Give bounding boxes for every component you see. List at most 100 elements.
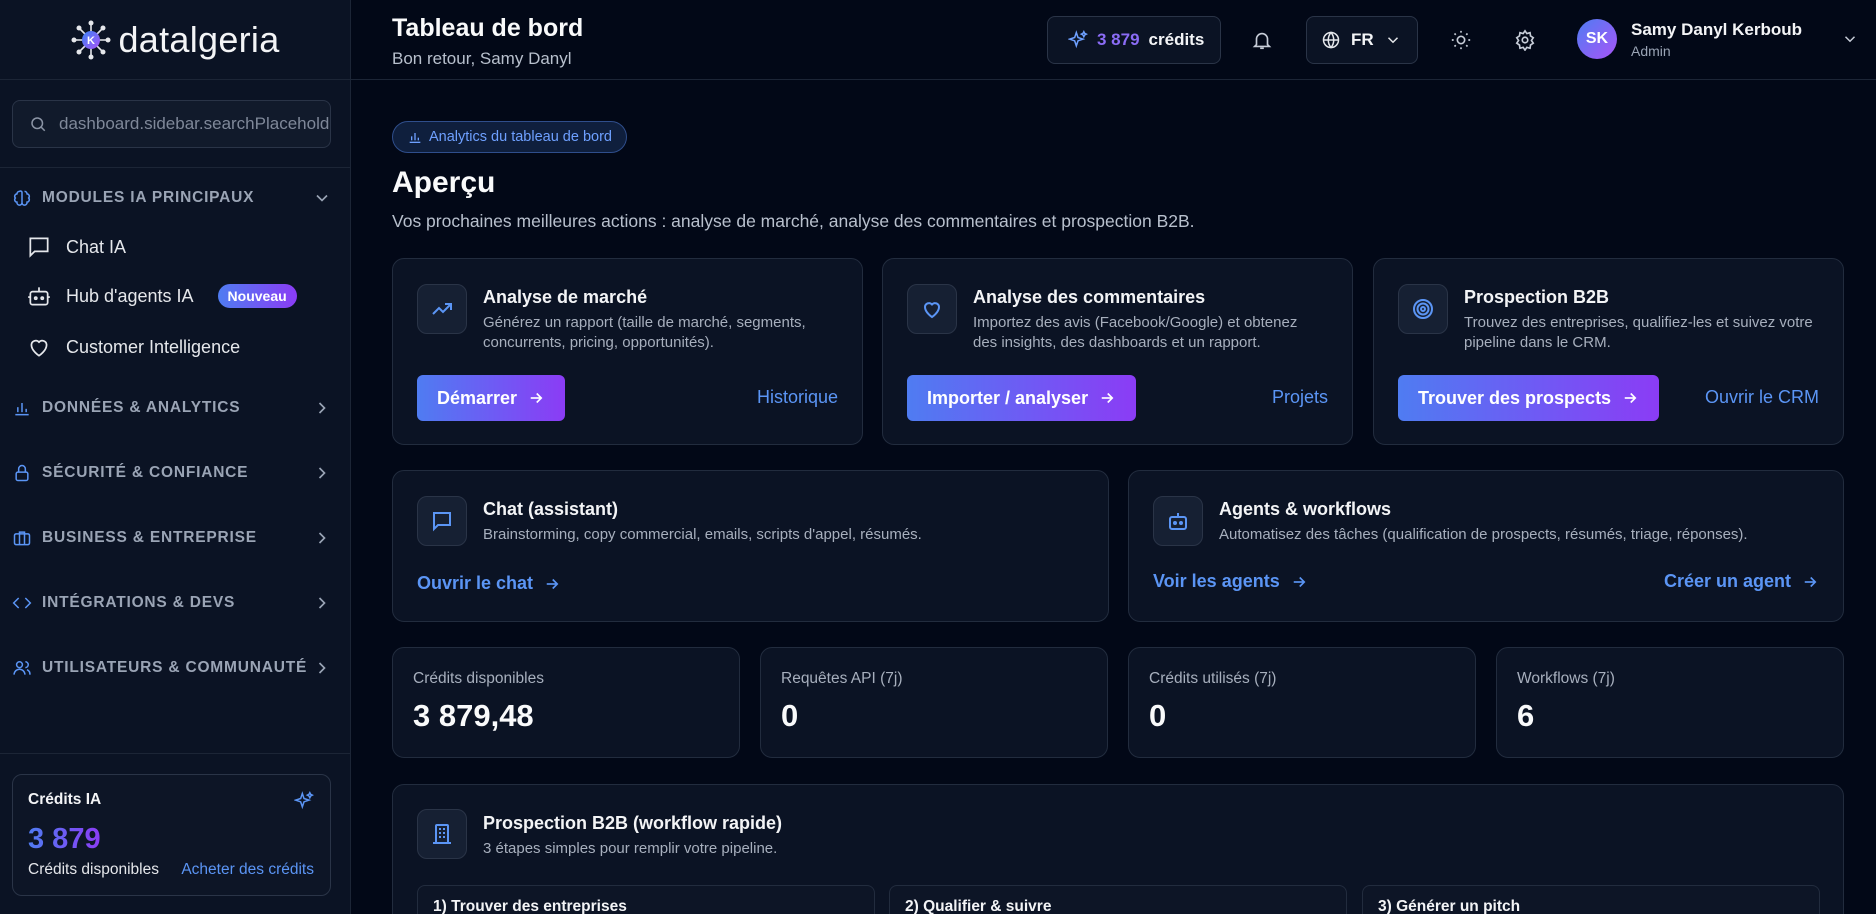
- sidebar-item-hub-agents[interactable]: Hub d'agents IA Nouveau: [26, 279, 326, 313]
- stat-value: 0: [1149, 698, 1167, 733]
- section-utilisateurs-communaute[interactable]: UTILISATEURS & COMMUNAUTÉ: [12, 652, 332, 684]
- welcome-subtitle: Bon retour, Samy Danyl: [392, 49, 572, 68]
- settings-button[interactable]: [1509, 24, 1541, 56]
- sidebar-item-label: Chat IA: [66, 236, 127, 257]
- section-securite-confiance[interactable]: SÉCURITÉ & CONFIANCE: [12, 457, 332, 489]
- arrow-right-icon: [1293, 576, 1306, 587]
- analytics-chip[interactable]: Analytics du tableau de bord: [392, 121, 627, 153]
- users-icon: [13, 661, 31, 675]
- sidebar-credits-card: Crédits IA 3 879 Crédits disponibles Ach…: [12, 774, 331, 896]
- card-desc: 3 étapes simples pour remplir votre pipe…: [483, 840, 778, 857]
- stat-value: 6: [1517, 698, 1535, 733]
- card-desc: Brainstorming, copy commercial, emails, …: [483, 526, 922, 543]
- gear-icon: [1515, 29, 1535, 51]
- link-label: Voir les agents: [1153, 571, 1280, 591]
- step-label: 3) Générer un pitch: [1378, 898, 1521, 914]
- chevron-down-icon: [1844, 36, 1856, 43]
- bell-icon: [1252, 32, 1272, 50]
- brain-icon: [13, 190, 31, 206]
- section-modules-ia[interactable]: MODULES IA PRINCIPAUX: [12, 182, 332, 214]
- sidebar-search[interactable]: [12, 100, 331, 148]
- stat-value: 3 879,48: [413, 698, 534, 733]
- card-workflow-rapide: Prospection B2B (workflow rapide) 3 étap…: [392, 784, 1844, 914]
- language-label: FR: [1351, 30, 1374, 49]
- stat-label: Crédits disponibles: [413, 670, 544, 687]
- card-title: Prospection B2B (workflow rapide): [483, 813, 783, 833]
- credits-pill-amount: 3 879: [1097, 30, 1140, 49]
- workflow-step[interactable]: 1) Trouver des entreprises: [417, 885, 875, 914]
- main-content: Analytics du tableau de bord Aperçu Vos …: [351, 80, 1876, 914]
- open-crm-link[interactable]: Ouvrir le CRM: [1705, 387, 1819, 408]
- message-square-icon: [433, 512, 451, 532]
- language-selector[interactable]: FR: [1306, 16, 1418, 64]
- section-label: MODULES IA PRINCIPAUX: [42, 189, 255, 206]
- section-business-entreprise[interactable]: BUSINESS & ENTREPRISE: [12, 522, 332, 554]
- link-label: Créer un agent: [1663, 571, 1791, 591]
- bot-icon: [28, 287, 50, 306]
- sidebar-item-chat-ia[interactable]: Chat IA: [26, 230, 326, 264]
- card-icon-box: [907, 284, 957, 334]
- history-link[interactable]: Historique: [757, 387, 838, 408]
- theme-toggle-button[interactable]: [1445, 24, 1477, 56]
- credits-pill-word: crédits: [1148, 30, 1205, 49]
- section-label: UTILISATEURS & COMMUNAUTÉ: [42, 659, 308, 676]
- notifications-button[interactable]: [1246, 24, 1278, 56]
- briefcase-icon: [13, 531, 31, 546]
- section-donnees-analytics[interactable]: DONNÉES & ANALYTICS: [12, 392, 332, 424]
- create-agent-link[interactable]: Créer un agent: [1664, 571, 1819, 592]
- sparkles-icon: [294, 791, 314, 810]
- buy-credits-link[interactable]: Acheter des crédits: [181, 861, 314, 879]
- stat-value: 0: [781, 698, 799, 733]
- sidebar-item-label: Hub d'agents IA: [66, 285, 194, 306]
- card-analyse-commentaires: Analyse des commentaires Importez des av…: [882, 258, 1353, 445]
- sidebar-item-customer-intelligence[interactable]: Customer Intelligence: [26, 330, 326, 364]
- chip-label: Analytics du tableau de bord: [429, 129, 612, 145]
- credits-card-label: Crédits disponibles: [28, 861, 159, 878]
- card-title: Analyse de marché: [483, 287, 648, 307]
- page-title: Tableau de bord: [392, 14, 584, 42]
- credits-pill[interactable]: 3 879 crédits: [1047, 16, 1221, 64]
- avatar: SK: [1577, 19, 1617, 59]
- button-label: Trouver des prospects: [1418, 387, 1612, 408]
- open-chat-link[interactable]: Ouvrir le chat: [417, 573, 561, 594]
- new-badge: Nouveau: [217, 284, 297, 308]
- card-icon-box: [1153, 496, 1203, 546]
- section-integrations-devs[interactable]: INTÉGRATIONS & DEVS: [12, 587, 332, 619]
- button-label: Démarrer: [437, 387, 518, 408]
- button-label: Importer / analyser: [927, 387, 1089, 408]
- start-market-analysis-button[interactable]: Démarrer: [417, 375, 566, 421]
- bot-icon: [1169, 513, 1187, 530]
- topbar: Tableau de bord Bon retour, Samy Danyl 3…: [351, 0, 1876, 80]
- find-prospects-button[interactable]: Trouver des prospects: [1398, 375, 1660, 421]
- chevron-down-icon: [1387, 37, 1398, 44]
- card-desc-line: Trouvez des entreprises, qualifiez-les e…: [1464, 314, 1813, 331]
- arrow-right-icon: [1804, 576, 1817, 587]
- logo[interactable]: K datalgeria: [0, 0, 350, 80]
- step-label: 2) Qualifier & suivre: [905, 898, 1052, 914]
- svg-text:K: K: [87, 35, 95, 47]
- arrow-right-icon: [530, 392, 543, 404]
- heart-icon: [923, 302, 941, 319]
- import-analyze-button[interactable]: Importer / analyser: [907, 375, 1137, 421]
- card-title: Analyse des commentaires: [973, 287, 1206, 307]
- section-label: INTÉGRATIONS & DEVS: [42, 594, 236, 611]
- workflow-step[interactable]: 3) Générer un pitch: [1362, 885, 1820, 914]
- section-label: BUSINESS & ENTREPRISE: [42, 529, 257, 546]
- credits-card-amount: 3 879: [28, 823, 101, 855]
- projects-link[interactable]: Projets: [1272, 387, 1328, 408]
- logo-text: datalgeria: [118, 18, 280, 60]
- stat-label: Crédits utilisés (7j): [1149, 670, 1277, 687]
- avatar-initials: SK: [1585, 30, 1609, 47]
- link-label: Ouvrir le chat: [417, 573, 534, 593]
- user-menu[interactable]: SK Samy Danyl Kerboub Admin: [1577, 19, 1867, 61]
- search-input[interactable]: [59, 114, 329, 134]
- card-prospection-b2b: Prospection B2B Trouvez des entreprises,…: [1373, 258, 1844, 445]
- card-desc-line: des insights, des dashboards et un rappo…: [973, 334, 1261, 351]
- view-agents-link[interactable]: Voir les agents: [1153, 571, 1308, 592]
- overview-subtitle: Vos prochaines meilleures actions : anal…: [392, 211, 1195, 231]
- section-label: SÉCURITÉ & CONFIANCE: [42, 464, 249, 481]
- card-analyse-marche: Analyse de marché Générez un rapport (ta…: [392, 258, 863, 445]
- chevron-right-icon: [318, 597, 326, 609]
- step-label: 1) Trouver des entreprises: [433, 898, 627, 914]
- workflow-step[interactable]: 2) Qualifier & suivre: [889, 885, 1347, 914]
